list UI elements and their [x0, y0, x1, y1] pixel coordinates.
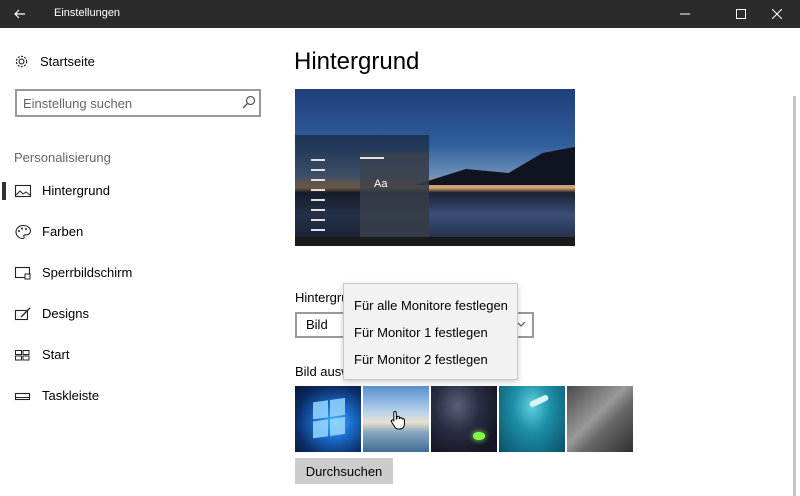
sidebar-item-designs[interactable]: Designs — [0, 297, 275, 331]
close-button[interactable] — [754, 0, 800, 28]
sidebar: Startseite Personalisierung Hintergrund … — [0, 28, 275, 496]
start-icon — [15, 350, 30, 361]
preview-tile-strip — [295, 135, 335, 239]
taskbar-icon — [14, 392, 31, 401]
preview-window: Aa — [360, 153, 429, 239]
menu-item-monitor-1[interactable]: Für Monitor 1 festlegen — [344, 319, 517, 346]
minimize-button[interactable] — [662, 0, 708, 28]
window-title: Einstellungen — [54, 7, 121, 19]
sidebar-item-sperrbildschirm[interactable]: Sperrbildschirm — [0, 256, 275, 290]
picture-thumbnails — [295, 386, 635, 452]
section-label: Personalisierung — [14, 150, 111, 165]
preview-taskbar — [295, 237, 575, 246]
brush-icon — [14, 307, 31, 321]
sidebar-item-start[interactable]: Start — [0, 338, 275, 372]
sidebar-item-taskleiste[interactable]: Taskleiste — [0, 379, 275, 413]
sidebar-item-label: Taskleiste — [42, 388, 100, 403]
search-box[interactable] — [15, 89, 261, 117]
preview-line — [311, 199, 325, 201]
scrollbar[interactable] — [793, 96, 796, 496]
close-icon — [772, 9, 782, 19]
menu-item-label: Für alle Monitore festlegen — [354, 298, 508, 313]
preview-line — [311, 179, 325, 181]
background-dropdown-value: Bild — [306, 317, 328, 332]
sidebar-item-label: Designs — [42, 306, 89, 321]
menu-item-monitor-2[interactable]: Für Monitor 2 festlegen — [344, 346, 517, 373]
browse-button[interactable]: Durchsuchen — [295, 458, 393, 484]
swimmer-shape — [528, 394, 550, 408]
preview-line — [311, 209, 325, 211]
preview-line — [311, 169, 325, 171]
tent-glow — [473, 432, 485, 440]
home-link[interactable]: Startseite — [14, 54, 95, 69]
gear-icon — [15, 55, 28, 68]
picture-icon — [14, 184, 32, 198]
home-label: Startseite — [40, 54, 95, 69]
preview-sample-text: Aa — [374, 178, 388, 190]
menu-item-all-monitors[interactable]: Für alle Monitore festlegen — [344, 292, 517, 319]
preview-line — [311, 229, 325, 231]
main-content: Hintergrund Aa Hintergru Bild Bild ausw … — [275, 28, 790, 496]
sidebar-item-farben[interactable]: Farben — [0, 215, 275, 249]
minimize-icon — [680, 13, 690, 15]
thumbnail-night-sky[interactable] — [431, 386, 497, 452]
windows-logo-icon — [313, 397, 347, 441]
preview-line — [311, 219, 325, 221]
maximize-icon — [736, 9, 746, 19]
monitor-context-menu: Für alle Monitore festlegen Für Monitor … — [343, 283, 518, 380]
menu-item-label: Für Monitor 1 festlegen — [354, 325, 488, 340]
sidebar-item-label: Hintergrund — [42, 183, 110, 198]
back-button[interactable] — [0, 0, 40, 28]
page-title: Hintergrund — [294, 48, 420, 75]
sidebar-item-label: Sperrbildschirm — [42, 265, 133, 280]
search-input[interactable] — [23, 94, 223, 112]
thumbnail-rock[interactable] — [567, 386, 633, 452]
sidebar-item-label: Farben — [42, 224, 84, 239]
background-label: Hintergru — [295, 290, 349, 305]
preview-window-bar — [360, 157, 384, 159]
menu-item-label: Für Monitor 2 festlegen — [354, 352, 488, 367]
thumbnail-underwater[interactable] — [499, 386, 565, 452]
hand-cursor-icon — [390, 410, 405, 430]
search-icon — [242, 95, 256, 109]
preview-line — [311, 159, 325, 161]
sidebar-item-hintergrund[interactable]: Hintergrund — [0, 174, 275, 208]
preview-line — [311, 189, 325, 191]
sidebar-item-label: Start — [42, 347, 70, 362]
back-arrow-icon — [14, 9, 25, 19]
desktop-preview: Aa — [295, 89, 575, 246]
palette-icon — [15, 224, 32, 240]
thumbnail-windows[interactable] — [295, 386, 361, 452]
preview-start-menu: Aa — [295, 135, 429, 239]
title-bar: Einstellungen — [0, 0, 800, 28]
lock-screen-icon — [14, 266, 31, 280]
